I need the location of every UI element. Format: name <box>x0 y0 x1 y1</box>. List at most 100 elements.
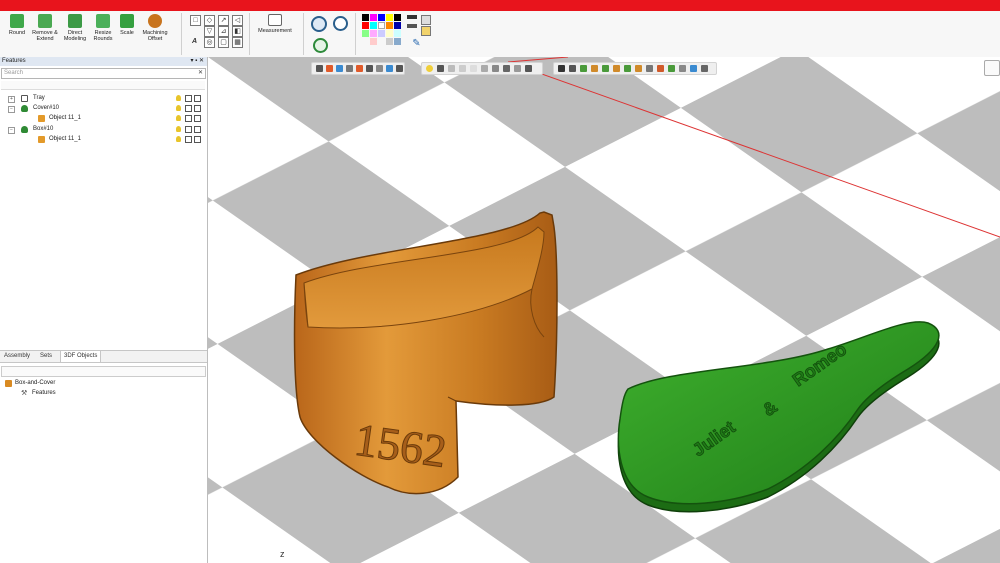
zoom-window-icon[interactable] <box>333 16 348 31</box>
lightbulb-icon[interactable] <box>176 136 181 142</box>
display-icon[interactable] <box>459 65 466 72</box>
line-style-icon[interactable] <box>407 15 417 19</box>
layer-icon[interactable] <box>185 115 192 122</box>
view-icon[interactable] <box>356 65 363 72</box>
grid-icon[interactable] <box>194 95 201 102</box>
color-picker-icon[interactable]: ✎ <box>412 39 421 49</box>
lightbulb-icon[interactable] <box>176 126 181 132</box>
snap-icon[interactable] <box>591 65 598 72</box>
view-icon[interactable] <box>326 65 333 72</box>
snap-icon[interactable] <box>602 65 609 72</box>
tree-item[interactable]: Object 11_1 <box>0 135 207 144</box>
collapse-icon[interactable]: − <box>8 106 15 113</box>
view-icon[interactable] <box>396 65 403 72</box>
snap-icon[interactable] <box>580 65 587 72</box>
layer-icon[interactable] <box>185 136 192 143</box>
grid-icon[interactable] <box>194 126 201 133</box>
view-cube-icon[interactable] <box>984 60 1000 76</box>
sketch-tool-icon[interactable]: ⊿ <box>218 26 229 37</box>
grid-icon[interactable] <box>194 115 201 122</box>
tab-3df-objects[interactable]: 3DF Objects <box>60 351 102 362</box>
grid-icon[interactable] <box>194 136 201 143</box>
sketch-tool-icon[interactable]: ↗ <box>218 15 229 26</box>
view-icon[interactable] <box>376 65 383 72</box>
render-mode-icon[interactable] <box>421 26 431 36</box>
panel-pin-icon[interactable]: ▾ ▪ ✕ <box>191 57 205 66</box>
tree-item[interactable]: ⚒ Features <box>0 389 207 398</box>
scale-button[interactable]: Scale <box>113 14 141 36</box>
tab-sets[interactable]: Sets <box>37 351 55 362</box>
sketch-tool-icon[interactable]: ◎ <box>204 37 215 48</box>
part-icon <box>21 105 28 112</box>
tree-item-label: Tray <box>33 95 45 101</box>
close-icon[interactable]: ✕ <box>196 69 203 78</box>
snap-icon[interactable] <box>569 65 576 72</box>
3d-viewport[interactable]: 1562 Romeo & Juliet z <box>208 57 1000 563</box>
tree-item[interactable]: + Tray <box>0 94 207 103</box>
row-visibility-icons[interactable] <box>176 135 204 143</box>
snap-icon[interactable] <box>635 65 642 72</box>
snap-icon[interactable] <box>701 65 708 72</box>
display-icon[interactable] <box>437 65 444 72</box>
sketch-tool-icon[interactable]: ◧ <box>232 26 243 37</box>
tree-item[interactable]: Box-and-Cover <box>0 379 207 388</box>
view-icon[interactable] <box>336 65 343 72</box>
display-icon[interactable] <box>492 65 499 72</box>
sketch-tool-icon[interactable]: ▽ <box>204 26 215 37</box>
sketch-tool-icon[interactable]: ▦ <box>232 37 243 48</box>
tree-item[interactable]: − Box#10 <box>0 125 207 134</box>
display-icon[interactable] <box>448 65 455 72</box>
display-icon[interactable] <box>514 65 521 72</box>
view-icon[interactable] <box>386 65 393 72</box>
snap-icon[interactable] <box>657 65 664 72</box>
lightbulb-icon[interactable] <box>176 95 181 101</box>
snap-icon[interactable] <box>668 65 675 72</box>
display-icon[interactable] <box>470 65 477 72</box>
row-visibility-icons[interactable] <box>176 125 204 133</box>
display-icon[interactable] <box>525 65 532 72</box>
tree-item[interactable]: Object 11_1 <box>0 114 207 123</box>
objects-filter-bar[interactable] <box>1 366 206 377</box>
layer-icon[interactable] <box>185 105 192 112</box>
row-visibility-icons[interactable] <box>176 104 204 112</box>
zoom-icon[interactable] <box>311 16 327 32</box>
snap-icon[interactable] <box>646 65 653 72</box>
search-input[interactable]: Search ✕ <box>1 68 206 79</box>
lightbulb-icon[interactable] <box>176 115 181 121</box>
snap-icon[interactable] <box>613 65 620 72</box>
sketch-tool-icon[interactable]: ◁ <box>232 15 243 26</box>
snap-icon[interactable] <box>558 65 565 72</box>
tab-assembly[interactable]: Assembly <box>1 351 33 362</box>
sketch-tool-icon[interactable]: ▢ <box>218 37 229 48</box>
row-visibility-icons[interactable] <box>176 94 204 102</box>
remove-extend-button[interactable]: Remove & Extend <box>31 14 59 42</box>
collapse-icon[interactable]: − <box>8 127 15 134</box>
sketch-tool-icon[interactable]: ◇ <box>204 15 215 26</box>
display-mode-icon[interactable] <box>421 15 431 25</box>
display-icon[interactable] <box>503 65 510 72</box>
sketch-tool-icon[interactable]: □ <box>190 15 201 26</box>
measurement-button[interactable]: Measurement <box>257 14 293 34</box>
lightbulb-icon[interactable] <box>176 105 181 111</box>
view-icon[interactable] <box>316 65 323 72</box>
lightbulb-icon[interactable] <box>426 65 433 72</box>
snap-icon[interactable] <box>624 65 631 72</box>
text-tool-icon[interactable]: A <box>190 37 199 46</box>
view-icon[interactable] <box>346 65 353 72</box>
tree-item[interactable]: − Cover#10 <box>0 104 207 113</box>
snap-icon[interactable] <box>679 65 686 72</box>
expand-icon[interactable]: + <box>8 96 15 103</box>
layer-icon[interactable] <box>185 126 192 133</box>
machining-offset-button[interactable]: Machining Offset <box>141 14 169 42</box>
round-button[interactable]: Round <box>3 14 31 36</box>
ribbon-separator <box>181 13 182 55</box>
line-weight-icon[interactable] <box>407 24 417 28</box>
direct-modeling-button[interactable]: Direct Modeling <box>61 14 89 42</box>
view-icon[interactable] <box>366 65 373 72</box>
display-icon[interactable] <box>481 65 488 72</box>
layer-icon[interactable] <box>185 95 192 102</box>
zoom-fit-icon[interactable] <box>313 38 328 53</box>
grid-icon[interactable] <box>194 105 201 112</box>
row-visibility-icons[interactable] <box>176 114 204 122</box>
snap-icon[interactable] <box>690 65 697 72</box>
